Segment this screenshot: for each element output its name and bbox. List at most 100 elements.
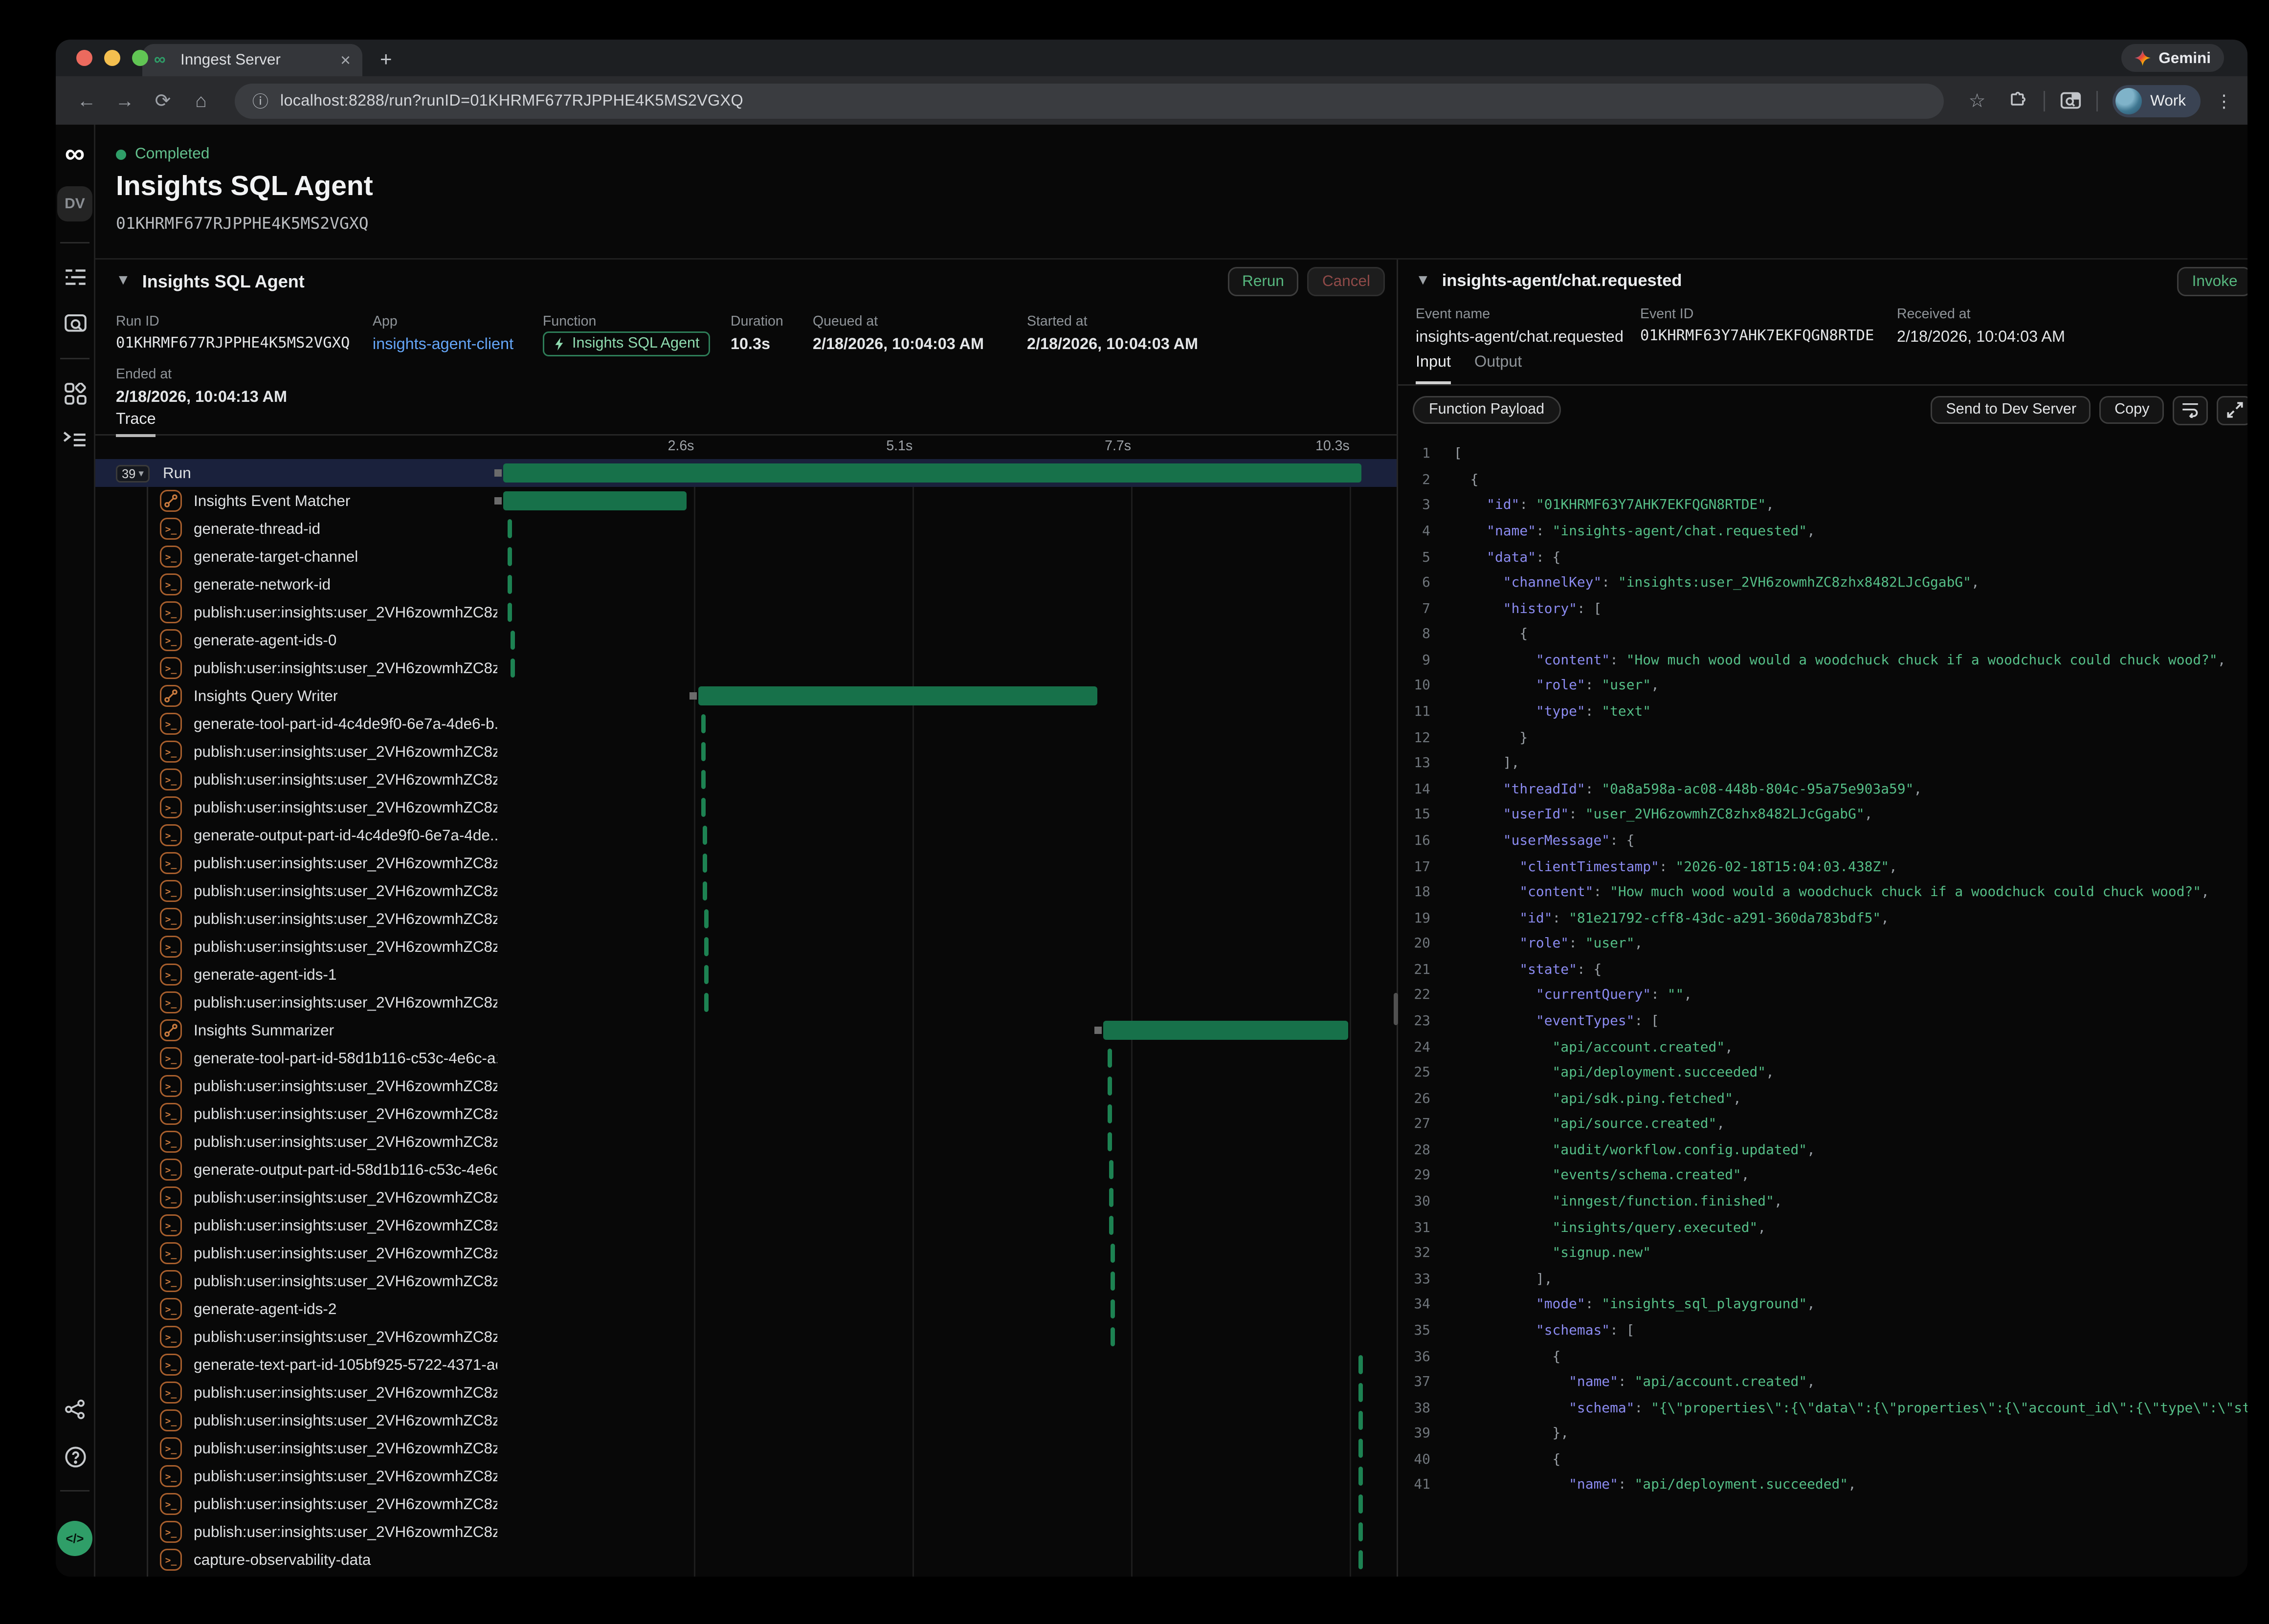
- trace-row[interactable]: >_publish:user:insights:user_2VH6zowmhZC…: [95, 654, 1397, 682]
- trace-row[interactable]: >_publish:user:insights:user_2VH6zowmhZC…: [95, 1072, 1397, 1100]
- trace-row[interactable]: >_generate-agent-ids-2: [95, 1295, 1397, 1323]
- help-icon[interactable]: [56, 1437, 94, 1475]
- sidebar-item-runs[interactable]: [56, 258, 94, 296]
- fullscreen-window-button[interactable]: [132, 50, 148, 66]
- copy-button[interactable]: Copy: [2100, 396, 2164, 424]
- span-tick[interactable]: [1108, 1104, 1112, 1123]
- url-bar[interactable]: ⓘ localhost:8288/run?runID=01KHRMF677RJP…: [235, 83, 1943, 118]
- trace-row[interactable]: >_publish:user:insights:user_2VH6zowmhZC…: [95, 738, 1397, 766]
- span-tick[interactable]: [511, 658, 515, 678]
- trace-row[interactable]: >_publish:user:insights:user_2VH6zowmhZC…: [95, 1490, 1397, 1518]
- bookmark-star-icon[interactable]: ☆: [1961, 89, 1993, 112]
- span-tick[interactable]: [701, 714, 706, 733]
- span-bar[interactable]: [503, 491, 687, 510]
- payload-code-editor[interactable]: 1[2 {3 "id": "01KHRMF63Y7AHK7EKFQGN8RTDE…: [1398, 434, 2247, 1577]
- inngest-logo-icon[interactable]: ∞: [56, 136, 94, 175]
- span-tick[interactable]: [511, 631, 515, 650]
- span-tick[interactable]: [701, 770, 706, 789]
- dev-mode-button[interactable]: </>: [57, 1521, 92, 1556]
- cancel-button[interactable]: Cancel: [1308, 266, 1385, 296]
- trace-row[interactable]: >_publish:user:insights:user_2VH6zowmhZC…: [95, 988, 1397, 1016]
- trace-row[interactable]: Insights Query Writer: [95, 682, 1397, 710]
- span-tick[interactable]: [1108, 1076, 1112, 1096]
- trace-row[interactable]: >_publish:user:insights:user_2VH6zowmhZC…: [95, 766, 1397, 793]
- trace-row[interactable]: >_publish:user:insights:user_2VH6zowmhZC…: [95, 1211, 1397, 1239]
- tab-output[interactable]: Output: [1474, 353, 1522, 384]
- span-tick[interactable]: [1111, 1327, 1115, 1346]
- trace-row[interactable]: >_publish:user:insights:user_2VH6zowmhZC…: [95, 849, 1397, 877]
- span-bar[interactable]: [503, 463, 1361, 483]
- share-icon[interactable]: [56, 1390, 94, 1428]
- side-panel-search-icon[interactable]: [2059, 91, 2081, 110]
- span-bar[interactable]: [698, 686, 1097, 705]
- span-tick[interactable]: [1109, 1188, 1113, 1207]
- browser-tab[interactable]: ∞ Inngest Server ×: [142, 44, 362, 76]
- sidebar-item-apps[interactable]: [56, 374, 94, 412]
- trace-row[interactable]: >_publish:user:insights:user_2VH6zowmhZC…: [95, 1406, 1397, 1434]
- window-controls[interactable]: [76, 50, 148, 66]
- new-tab-button[interactable]: +: [380, 47, 392, 70]
- sidebar-item-events[interactable]: [56, 305, 94, 343]
- trace-row[interactable]: >_generate-tool-part-id-4c4de9f0-6e7a-4d…: [95, 710, 1397, 738]
- trace-row[interactable]: >_publish:user:insights:user_2VH6zowmhZC…: [95, 1184, 1397, 1211]
- trace-row[interactable]: >_publish:user:insights:user_2VH6zowmhZC…: [95, 1323, 1397, 1351]
- tab-close-icon[interactable]: ×: [340, 50, 351, 70]
- trace-row[interactable]: >_publish:user:insights:user_2VH6zowmhZC…: [95, 1379, 1397, 1406]
- span-tick[interactable]: [704, 965, 709, 984]
- span-tick[interactable]: [703, 826, 707, 845]
- span-tick[interactable]: [1358, 1550, 1363, 1569]
- span-tick[interactable]: [701, 742, 706, 761]
- field-value[interactable]: insights-agent-client: [373, 336, 513, 353]
- trace-row[interactable]: Insights Summarizer: [95, 1016, 1397, 1044]
- span-tick[interactable]: [1111, 1299, 1115, 1318]
- span-tick[interactable]: [703, 854, 707, 873]
- span-tick[interactable]: [508, 603, 512, 622]
- chevron-down-icon[interactable]: ▼: [116, 273, 131, 289]
- span-tick[interactable]: [1358, 1494, 1363, 1514]
- trace-row[interactable]: >_publish:user:insights:user_2VH6zowmhZC…: [95, 877, 1397, 905]
- trace-row[interactable]: >_publish:user:insights:user_2VH6zowmhZC…: [95, 1128, 1397, 1156]
- forward-icon[interactable]: →: [109, 89, 141, 111]
- span-tick[interactable]: [704, 993, 709, 1012]
- gemini-badge[interactable]: Gemini: [2122, 44, 2224, 72]
- trace-row[interactable]: >_publish:user:insights:user_2VH6zowmhZC…: [95, 1239, 1397, 1267]
- function-payload-button[interactable]: Function Payload: [1413, 396, 1560, 424]
- back-icon[interactable]: ←: [70, 89, 103, 111]
- close-window-button[interactable]: [76, 50, 92, 66]
- trace-row[interactable]: >_publish:user:insights:user_2VH6zowmhZC…: [95, 1267, 1397, 1295]
- span-tick[interactable]: [508, 547, 512, 566]
- span-tick[interactable]: [508, 575, 512, 594]
- trace-row[interactable]: 39▾Run: [95, 459, 1397, 487]
- span-tick[interactable]: [508, 519, 512, 538]
- trace-row[interactable]: >_publish:user:insights:user_2VH6zowmhZC…: [95, 1434, 1397, 1462]
- span-tick[interactable]: [1358, 1411, 1363, 1430]
- span-tick[interactable]: [1358, 1522, 1363, 1541]
- reload-icon[interactable]: ⟳: [147, 89, 179, 112]
- tab-trace[interactable]: Trace: [116, 411, 156, 437]
- function-badge[interactable]: Insights SQL Agent: [543, 331, 710, 356]
- trace-row[interactable]: Insights Event Matcher: [95, 487, 1397, 515]
- rerun-button[interactable]: Rerun: [1227, 266, 1299, 296]
- word-wrap-icon[interactable]: [2173, 395, 2208, 425]
- trace-row[interactable]: >_generate-output-part-id-58d1b116-c53c-…: [95, 1156, 1397, 1184]
- trace-row[interactable]: >_generate-network-id: [95, 571, 1397, 598]
- trace-row[interactable]: >_publish:user:insights:user_2VH6zowmhZC…: [95, 1100, 1397, 1128]
- trace-row[interactable]: >_publish:user:insights:user_2VH6zowmhZC…: [95, 933, 1397, 961]
- env-avatar[interactable]: DV: [57, 186, 92, 221]
- site-info-icon[interactable]: ⓘ: [252, 89, 268, 112]
- invoke-button[interactable]: Invoke: [2178, 266, 2247, 296]
- span-tick[interactable]: [701, 798, 706, 817]
- trace-row[interactable]: >_capture-observability-data: [95, 1546, 1397, 1574]
- minimize-window-button[interactable]: [104, 50, 120, 66]
- trace-row[interactable]: >_generate-thread-id: [95, 515, 1397, 543]
- trace-row[interactable]: >_publish:user:insights:user_2VH6zowmhZC…: [95, 1518, 1397, 1546]
- span-tick[interactable]: [704, 909, 709, 928]
- trace-row[interactable]: >_generate-agent-ids-1: [95, 961, 1397, 988]
- span-tick[interactable]: [1108, 1132, 1112, 1151]
- trace-row[interactable]: >_generate-text-part-id-105bf925-5722-43…: [95, 1351, 1397, 1379]
- span-tick[interactable]: [1111, 1244, 1115, 1263]
- span-tick[interactable]: [704, 937, 709, 956]
- trace-row[interactable]: >_generate-tool-part-id-58d1b116-c53c-4e…: [95, 1044, 1397, 1072]
- trace-row[interactable]: >_publish:user:insights:user_2VH6zowmhZC…: [95, 905, 1397, 933]
- expand-icon[interactable]: [2217, 395, 2247, 425]
